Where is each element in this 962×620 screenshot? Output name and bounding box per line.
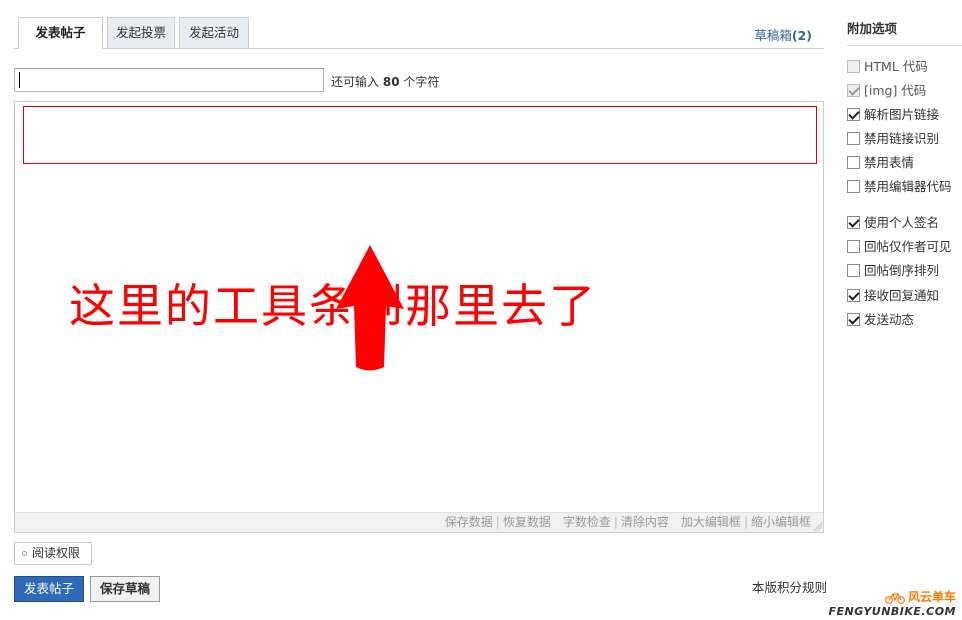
option-label: 解析图片链接 (864, 107, 940, 122)
option-img-code[interactable]: [img] 代码 (847, 83, 926, 99)
checkbox-icon[interactable] (847, 60, 860, 73)
read-permission-label: 阅读权限 (32, 546, 81, 560)
save-draft-button[interactable]: 保存草稿 (90, 576, 160, 602)
option-disable-link-detect[interactable]: 禁用链接识别 (847, 131, 939, 147)
drafts-label: 草稿箱 (754, 28, 792, 43)
option-disable-editor-code[interactable]: 禁用编辑器代码 (847, 179, 952, 195)
option-label: 禁用链接识别 (864, 131, 940, 146)
logo-en-text: FENGYUNBIKE.COM (828, 605, 956, 618)
resize-grip-icon[interactable] (812, 521, 822, 531)
tab-new-poll[interactable]: 发起投票 (107, 17, 175, 49)
extra-options-title: 附加选项 (847, 21, 898, 36)
logo-cn: 风云单车 (829, 588, 956, 605)
option-label: 使用个人签名 (864, 215, 940, 230)
option-label: 禁用表情 (864, 155, 915, 170)
option-disable-smilies[interactable]: 禁用表情 (847, 155, 914, 171)
option-reverse-replies[interactable]: 回帖倒序排列 (847, 263, 939, 279)
post-editor[interactable]: 这里的工具条到那里去了 保存数据 | 恢复数据 字数检查 | 清除内容 加大编辑框 | 缩小编辑… (14, 101, 824, 533)
submit-post-button[interactable]: 发表帖子 (14, 576, 84, 602)
missing-toolbar-highlight (23, 106, 817, 164)
clear-content-link[interactable]: 清除内容 (621, 515, 669, 529)
site-logo: 风云单车 FENGYUNBIKE.COM (829, 588, 957, 618)
char-hint-suffix: 个字符 (403, 75, 440, 89)
option-send-feed[interactable]: 发送动态 (847, 312, 914, 328)
text-caret (19, 72, 20, 88)
option-html-code[interactable]: HTML 代码 (847, 59, 928, 75)
forum-points-rules-link[interactable]: 本版积分规则 (752, 577, 827, 596)
char-hint-prefix: 还可输入 (331, 75, 380, 89)
drafts-count: (2) (791, 28, 812, 43)
drafts-link[interactable]: 草稿箱(2) (754, 25, 812, 44)
editor-footer-bar: 保存数据 | 恢复数据 字数检查 | 清除内容 加大编辑框 | 缩小编辑框 (15, 512, 823, 532)
option-label: HTML 代码 (864, 59, 928, 74)
checkbox-icon[interactable] (847, 289, 860, 302)
bicycle-icon (885, 593, 905, 604)
annotation-text: 这里的工具条到那里去了 (69, 279, 597, 333)
checkbox-icon[interactable] (847, 156, 860, 169)
subject-input[interactable] (14, 68, 324, 92)
option-label: 接收回复通知 (864, 288, 940, 303)
restore-data-link[interactable]: 恢复数据 (503, 515, 551, 529)
bullet-icon (22, 551, 27, 556)
option-label: 禁用编辑器代码 (864, 179, 952, 194)
logo-cn-text: 风云单车 (907, 590, 956, 604)
option-reply-author-only[interactable]: 回帖仅作者可见 (847, 239, 952, 255)
checkbox-icon[interactable] (847, 264, 860, 277)
option-use-signature[interactable]: 使用个人签名 (847, 215, 939, 231)
tab-new-activity[interactable]: 发起活动 (179, 17, 249, 49)
checkbox-icon[interactable] (847, 132, 860, 145)
checkbox-icon[interactable] (847, 240, 860, 253)
option-label: 回帖倒序排列 (864, 263, 940, 278)
char-count-hint: 还可输入 80 个字符 (331, 73, 439, 90)
option-reply-notification[interactable]: 接收回复通知 (847, 288, 939, 304)
option-parse-image-links[interactable]: 解析图片链接 (847, 107, 939, 123)
checkbox-icon[interactable] (847, 180, 860, 193)
option-label: 回帖仅作者可见 (864, 239, 952, 254)
tab-new-post[interactable]: 发表帖子 (18, 17, 103, 49)
enlarge-editor-link[interactable]: 加大编辑框 (681, 515, 741, 529)
checkbox-icon[interactable] (847, 108, 860, 121)
option-label: [img] 代码 (864, 83, 927, 98)
checkbox-icon[interactable] (847, 84, 860, 97)
save-data-link[interactable]: 保存数据 (445, 515, 493, 529)
post-type-tabs: 发表帖子 发起投票 发起活动 草稿箱(2) (14, 17, 824, 49)
read-permission-button[interactable]: 阅读权限 (14, 542, 92, 565)
shrink-editor-link[interactable]: 缩小编辑框 (751, 515, 811, 529)
char-hint-count: 80 (382, 75, 400, 89)
checkbox-icon[interactable] (847, 313, 860, 326)
option-label: 发送动态 (864, 312, 915, 327)
checkbox-icon[interactable] (847, 216, 860, 229)
sidebar-divider (847, 45, 962, 46)
word-count-link[interactable]: 字数检查 (563, 515, 611, 529)
